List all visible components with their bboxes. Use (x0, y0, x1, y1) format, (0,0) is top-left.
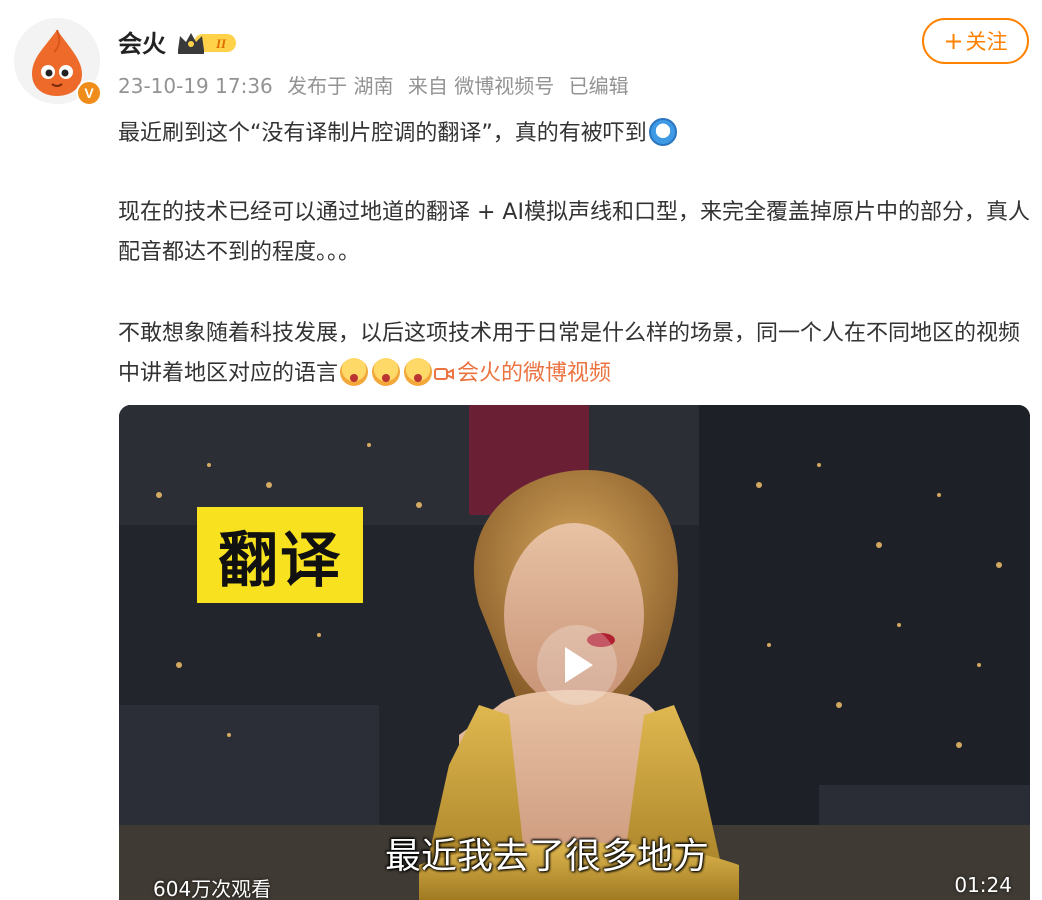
shocked-emoji-icon (372, 358, 401, 386)
plus-icon: + (943, 27, 964, 55)
video-duration: 01:24 (954, 873, 1012, 897)
post-text-paragraph-1: 最近刷到这个“没有译制片腔调的翻译”，真的有被吓到 (118, 114, 1030, 154)
post-text-paragraph-2: 现在的技术已经可以通过地道的翻译 + AI模拟声线和口型，来完全覆盖掉原片中的部… (118, 200, 1030, 265)
shocked-emoji-icon (340, 358, 369, 386)
paragraph-1-text: 最近刷到这个“没有译制片腔调的翻译”，真的有被吓到 (118, 121, 647, 146)
follow-label: 关注 (965, 30, 1008, 54)
play-button[interactable] (537, 625, 617, 705)
post-meta: 23-10-19 17:36 发布于 湖南 来自 微博视频号 已编辑 (118, 70, 637, 99)
video-subtitle: 最近我去了很多地方 (385, 836, 710, 877)
video-link-text: 会火的微博视频 (457, 361, 612, 386)
post-source[interactable]: 来自 微博视频号 (408, 74, 554, 98)
video-player[interactable]: 翻译 最近我去了很多地方 604万次观看 01:24 (119, 405, 1030, 900)
video-link[interactable]: 会火的微博视频 (434, 361, 611, 386)
view-count: 604万次观看 (153, 877, 272, 900)
translation-overlay-label: 翻译 (197, 507, 363, 603)
post-edited[interactable]: 已编辑 (569, 74, 629, 98)
crown-level-icon: II (178, 33, 236, 54)
play-icon (565, 647, 593, 683)
post-time[interactable]: 23-10-19 17:36 (118, 74, 273, 98)
level-text: II (215, 36, 227, 51)
verified-badge: V (76, 80, 102, 106)
shocked-emoji-icon (404, 358, 433, 386)
dizzy-emoji-icon (648, 118, 677, 146)
post-location: 发布于 湖南 (287, 74, 394, 98)
level-badge[interactable]: II (176, 28, 238, 56)
author-avatar[interactable]: V (14, 18, 104, 108)
post-text-paragraph-3: 不敢想象随着科技发展，以后这项技术用于日常是什么样的场景，同一个人在不同地区的视… (118, 314, 1030, 394)
video-camera-icon (434, 368, 455, 380)
author-name[interactable]: 会火 (118, 24, 166, 59)
follow-button[interactable]: + 关注 (922, 18, 1029, 64)
